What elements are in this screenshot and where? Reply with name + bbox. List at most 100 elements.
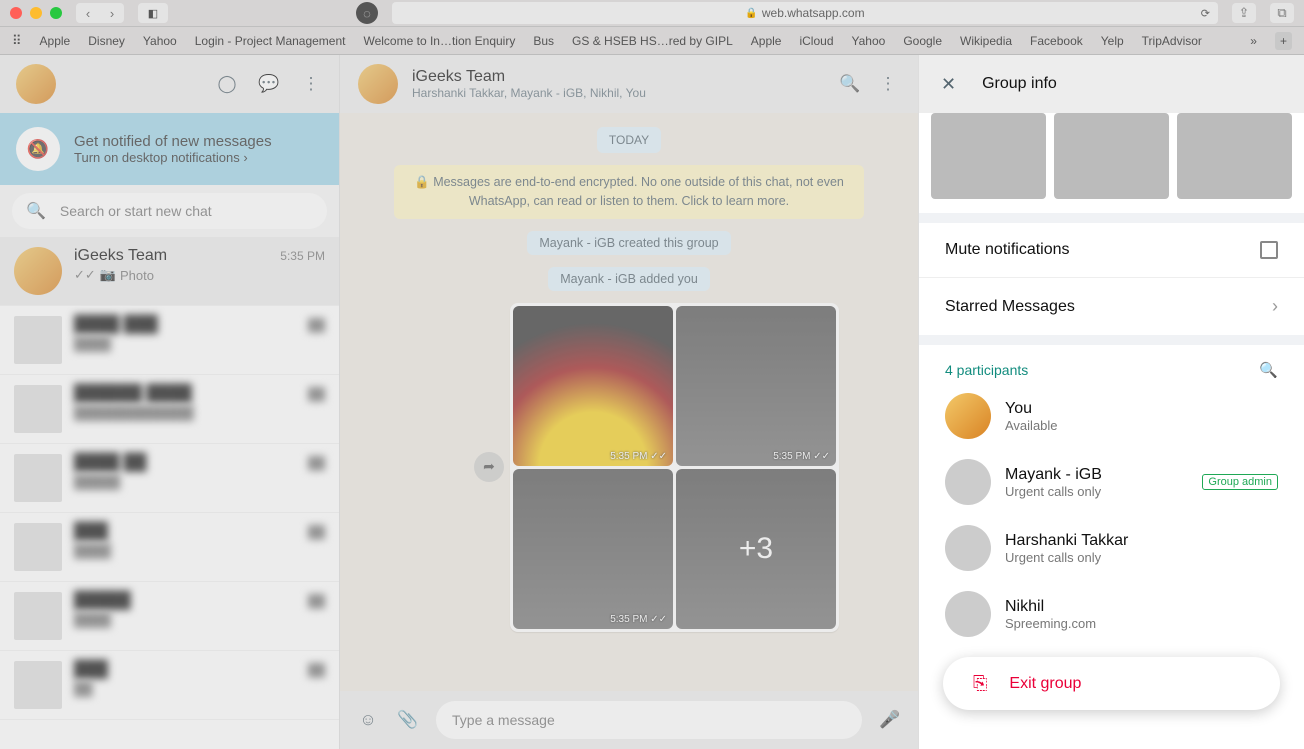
forward-icon[interactable]: ➦ bbox=[474, 452, 504, 482]
participant-row[interactable]: YouAvailable bbox=[919, 383, 1304, 449]
exit-label: Exit group bbox=[1009, 675, 1081, 693]
starred-messages-row[interactable]: Starred Messages › bbox=[919, 277, 1304, 335]
group-avatar bbox=[358, 64, 398, 104]
chat-list-item[interactable]: █████████ bbox=[0, 513, 339, 582]
chat-list-item[interactable]: ██████ ███████████████████ bbox=[0, 375, 339, 444]
image-message[interactable]: ➦ 5:35 PM ✓✓ 5:35 PM ✓✓ 5:35 PM ✓✓ +3 bbox=[510, 303, 839, 632]
bookmarks-bar: ⠿ Apple Disney Yahoo Login - Project Man… bbox=[0, 27, 1304, 55]
panel-title: Group info bbox=[982, 75, 1057, 93]
bookmarks-overflow[interactable]: » bbox=[1250, 34, 1257, 48]
conversation-header[interactable]: iGeeks Team Harshanki Takkar, Mayank - i… bbox=[340, 55, 918, 113]
chat-list-item[interactable]: ███████ bbox=[0, 651, 339, 720]
bookmark-item[interactable]: Wikipedia bbox=[960, 34, 1012, 48]
chat-list-panel: ◯ 💬 ⋮ 🔕 Get notified of new messages Tur… bbox=[0, 55, 340, 749]
chat-menu-icon[interactable]: ⋮ bbox=[876, 72, 900, 96]
system-message: Mayank - iGB created this group bbox=[527, 231, 730, 255]
nav-forward[interactable]: › bbox=[100, 3, 124, 23]
apps-grid-icon[interactable]: ⠿ bbox=[12, 33, 22, 49]
participant-row[interactable]: Mayank - iGBUrgent calls only Group admi… bbox=[919, 449, 1304, 515]
notify-subtitle: Turn on desktop notifications › bbox=[74, 150, 272, 165]
bookmark-item[interactable]: iCloud bbox=[799, 34, 833, 48]
message-image[interactable]: 5:35 PM ✓✓ bbox=[513, 306, 673, 466]
exit-group-button[interactable]: ⎘ Exit group bbox=[943, 657, 1280, 710]
media-thumb[interactable] bbox=[1177, 113, 1292, 199]
lock-icon: 🔒 bbox=[745, 8, 757, 19]
window-close[interactable] bbox=[10, 7, 22, 19]
bookmark-item[interactable]: Facebook bbox=[1030, 34, 1083, 48]
participant-row[interactable]: Harshanki TakkarUrgent calls only bbox=[919, 515, 1304, 581]
message-image[interactable]: 5:35 PM ✓✓ bbox=[513, 469, 673, 629]
encryption-notice[interactable]: 🔒 Messages are end-to-end encrypted. No … bbox=[394, 165, 864, 219]
status-icon[interactable]: ◯ bbox=[215, 72, 239, 96]
bell-icon: 🔕 bbox=[16, 127, 60, 171]
checkbox-icon[interactable] bbox=[1260, 241, 1278, 259]
bookmark-item[interactable]: Apple bbox=[40, 34, 71, 48]
chat-list-item[interactable]: iGeeks Team 5:35 PM ✓✓📷 Photo bbox=[0, 237, 339, 306]
bookmark-item[interactable]: Disney bbox=[88, 34, 125, 48]
search-input[interactable]: 🔍 bbox=[12, 193, 327, 229]
bookmark-item[interactable]: GS & HSEB HS…red by GIPL bbox=[572, 34, 733, 48]
browser-titlebar: ‹ › ◧ ◌ 🔒 web.whatsapp.com ⟳ ⇪ ⧉ bbox=[0, 0, 1304, 27]
sidebar-toggle[interactable]: ◧ bbox=[138, 3, 168, 23]
lock-icon: 🔒 bbox=[414, 175, 430, 189]
search-chat-icon[interactable]: 🔍 bbox=[838, 72, 862, 96]
privacy-icon[interactable]: ◌ bbox=[356, 2, 378, 24]
nav-back[interactable]: ‹ bbox=[76, 3, 100, 23]
avatar bbox=[945, 393, 991, 439]
attach-icon[interactable]: 📎 bbox=[396, 708, 420, 732]
avatar bbox=[945, 591, 991, 637]
close-icon[interactable]: ✕ bbox=[941, 74, 956, 95]
emoji-icon[interactable]: ☺ bbox=[356, 708, 380, 732]
check-icon: ✓✓ bbox=[74, 267, 96, 283]
mic-icon[interactable]: 🎤 bbox=[878, 708, 902, 732]
date-pill: TODAY bbox=[597, 127, 661, 153]
avatar bbox=[945, 525, 991, 571]
chat-time: 5:35 PM bbox=[280, 249, 325, 263]
bookmark-item[interactable]: Google bbox=[903, 34, 942, 48]
bookmark-item[interactable]: TripAdvisor bbox=[1142, 34, 1202, 48]
media-thumbnails[interactable] bbox=[919, 113, 1304, 213]
chat-preview: Photo bbox=[120, 268, 154, 283]
bookmark-item[interactable]: Apple bbox=[751, 34, 782, 48]
message-input[interactable] bbox=[436, 701, 862, 739]
address-bar[interactable]: 🔒 web.whatsapp.com ⟳ bbox=[392, 2, 1218, 24]
search-field[interactable] bbox=[60, 203, 313, 219]
reload-icon[interactable]: ⟳ bbox=[1201, 7, 1210, 20]
chat-title: iGeeks Team bbox=[412, 68, 646, 86]
chat-name: iGeeks Team bbox=[74, 247, 167, 265]
window-minimize[interactable] bbox=[30, 7, 42, 19]
bookmark-item[interactable]: Yahoo bbox=[143, 34, 177, 48]
new-tab-icon[interactable]: + bbox=[1275, 32, 1292, 50]
avatar bbox=[945, 459, 991, 505]
bookmark-item[interactable]: Login - Project Management bbox=[195, 34, 346, 48]
bookmark-item[interactable]: Bus bbox=[533, 34, 554, 48]
camera-icon: 📷 bbox=[100, 267, 116, 283]
window-zoom[interactable] bbox=[50, 7, 62, 19]
system-message: Mayank - iGB added you bbox=[548, 267, 710, 291]
message-image[interactable]: 5:35 PM ✓✓ bbox=[676, 306, 836, 466]
bookmark-item[interactable]: Yelp bbox=[1101, 34, 1124, 48]
bookmark-item[interactable]: Welcome to In…tion Enquiry bbox=[363, 34, 515, 48]
media-thumb[interactable] bbox=[1054, 113, 1169, 199]
share-icon[interactable]: ⇪ bbox=[1232, 3, 1256, 23]
chat-list-item[interactable]: ███████████ bbox=[0, 582, 339, 651]
conversation-panel: iGeeks Team Harshanki Takkar, Mayank - i… bbox=[340, 55, 918, 749]
menu-icon[interactable]: ⋮ bbox=[299, 72, 323, 96]
search-icon: 🔍 bbox=[26, 201, 46, 221]
participant-row[interactable]: NikhilSpreeming.com bbox=[919, 581, 1304, 647]
chat-list-item[interactable]: ████ █████████ bbox=[0, 306, 339, 375]
group-info-panel: ✕ Group info Mute notifications Starred … bbox=[918, 55, 1304, 749]
message-image-more[interactable]: +3 bbox=[676, 469, 836, 629]
mute-notifications-row[interactable]: Mute notifications bbox=[919, 223, 1304, 277]
search-participants-icon[interactable]: 🔍 bbox=[1259, 361, 1278, 379]
bookmark-item[interactable]: Yahoo bbox=[852, 34, 886, 48]
chat-list-item[interactable]: ████ █████████ bbox=[0, 444, 339, 513]
participants-count: 4 participants bbox=[945, 362, 1028, 378]
exit-icon: ⎘ bbox=[973, 673, 987, 694]
my-avatar[interactable] bbox=[16, 64, 56, 104]
tabs-icon[interactable]: ⧉ bbox=[1270, 3, 1294, 23]
message-composer: ☺ 📎 🎤 bbox=[340, 691, 918, 749]
notifications-banner[interactable]: 🔕 Get notified of new messages Turn on d… bbox=[0, 113, 339, 185]
new-chat-icon[interactable]: 💬 bbox=[257, 72, 281, 96]
media-thumb[interactable] bbox=[931, 113, 1046, 199]
